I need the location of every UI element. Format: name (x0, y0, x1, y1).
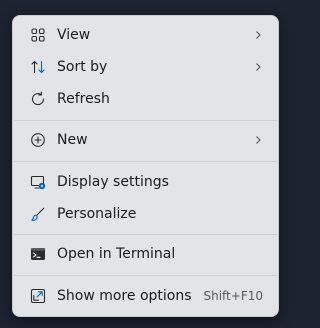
menu-item-new[interactable]: New (17, 125, 274, 155)
menu-item-label: Open in Terminal (57, 246, 176, 262)
plus-circle-icon (30, 132, 46, 148)
terminal-icon (30, 246, 46, 262)
chevron-right-icon (252, 29, 264, 41)
menu-item-label: Show more options (57, 288, 192, 304)
menu-item-display-settings[interactable]: Display settings (17, 167, 274, 197)
menu-item-sort-by[interactable]: Sort by (17, 52, 274, 82)
menu-separator (14, 120, 277, 121)
menu-separator (14, 161, 277, 162)
sort-icon (30, 59, 46, 75)
keyboard-shortcut: Shift+F10 (203, 289, 263, 303)
show-more-icon (30, 288, 46, 304)
menu-item-refresh[interactable]: Refresh (17, 84, 274, 114)
menu-separator (14, 234, 277, 235)
grid-icon (30, 27, 46, 43)
menu-item-label: Sort by (57, 59, 108, 75)
brush-icon (30, 206, 46, 222)
menu-item-label: New (57, 132, 88, 148)
menu-item-label: Refresh (57, 91, 110, 107)
chevron-right-icon (252, 61, 264, 73)
menu-item-show-more-options[interactable]: Show more options Shift+F10 (17, 281, 274, 311)
menu-item-personalize[interactable]: Personalize (17, 199, 274, 229)
display-settings-icon (30, 174, 46, 190)
refresh-icon (30, 91, 46, 107)
menu-item-label: Personalize (57, 206, 137, 222)
menu-separator (14, 275, 277, 276)
chevron-right-icon (252, 134, 264, 146)
menu-item-open-in-terminal[interactable]: Open in Terminal (17, 239, 274, 269)
context-menu: View Sort by Refresh New Display setting… (12, 15, 279, 317)
menu-item-view[interactable]: View (17, 20, 274, 50)
menu-item-label: Display settings (57, 174, 169, 190)
menu-item-label: View (57, 27, 91, 43)
